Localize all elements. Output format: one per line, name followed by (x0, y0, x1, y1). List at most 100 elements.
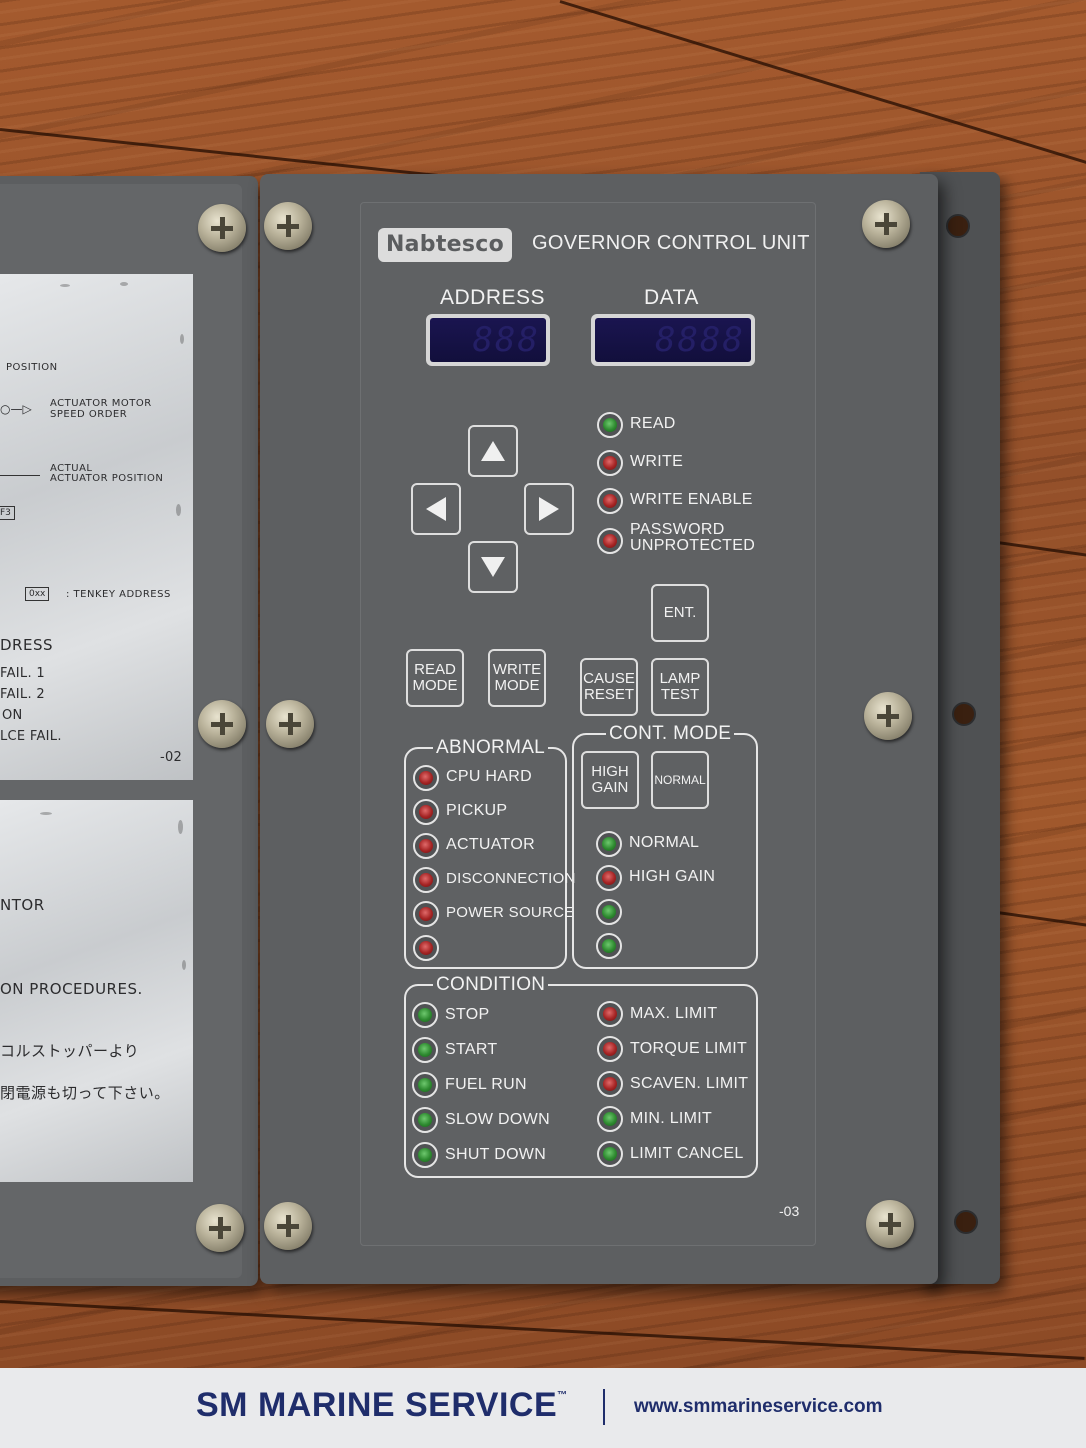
screw (196, 1204, 244, 1252)
mount-hole (954, 1210, 978, 1234)
fuel-run-led (412, 1072, 438, 1098)
data-label: DATA (644, 286, 699, 309)
right-arrow-icon (539, 497, 559, 521)
high-gain-led (596, 865, 622, 891)
power-source-led (413, 901, 439, 927)
address-digits: 888 (472, 320, 540, 360)
write-enable-led (597, 488, 623, 514)
ent-button[interactable]: ENT. (651, 584, 709, 642)
mount-hole (952, 702, 976, 726)
slow-down-label: SLOW DOWN (445, 1111, 550, 1128)
cpu-hard-label: CPU HARD (446, 768, 532, 785)
cont-mode-spare-led-2 (596, 933, 622, 959)
plate-text: コルストッパーより (0, 1042, 140, 1060)
down-arrow-icon (481, 557, 505, 577)
plate-text: 閉電源も切って下さい。 (0, 1084, 170, 1102)
condition-title: CONDITION (433, 974, 549, 996)
normal-mode-led (596, 831, 622, 857)
screw (862, 200, 910, 248)
cause-reset-button[interactable]: CAUSE RESET (580, 658, 638, 716)
plate-line (0, 475, 40, 476)
cpu-hard-led (413, 765, 439, 791)
footer-divider (603, 1389, 605, 1425)
shut-down-label: SHUT DOWN (445, 1146, 547, 1163)
plate-box: 0xx (25, 587, 50, 601)
right-arrow-button[interactable] (524, 483, 574, 535)
up-arrow-icon (481, 441, 505, 461)
lamp-test-label-1: LAMP (659, 670, 701, 688)
mount-hole (946, 214, 970, 238)
write-label: WRITE (630, 453, 684, 470)
cause-reset-label-1: CAUSE (583, 670, 635, 688)
up-arrow-button[interactable] (468, 425, 518, 477)
high-gain-label-2: GAIN (591, 779, 629, 796)
footer-url[interactable]: www.smmarineservice.com (634, 1396, 883, 1418)
scaven-limit-label: SCAVEN. LIMIT (630, 1075, 749, 1092)
screw (266, 700, 314, 748)
write-mode-label-1: WRITE (492, 661, 542, 679)
write-enable-label: WRITE ENABLE (630, 491, 753, 508)
plate-text: ACTUATOR MOTOR (50, 398, 152, 409)
circle-symbol: ○—▷ (0, 402, 32, 416)
instruction-plate-bottom: NTOR ON PROCEDURES. コルストッパーより 閉電源も切って下さい… (0, 800, 193, 1182)
min-limit-led (597, 1106, 623, 1132)
data-display: 8888 (591, 314, 755, 366)
screw (264, 1202, 312, 1250)
data-digits: 8888 (655, 320, 745, 360)
down-arrow-button[interactable] (468, 541, 518, 593)
high-gain-label-1: HIGH (591, 763, 629, 781)
password-unprotected-led (597, 528, 623, 554)
floor-seam (559, 0, 1086, 179)
panel-code: -03 (779, 1203, 800, 1219)
shut-down-led (412, 1142, 438, 1168)
fuel-run-label: FUEL RUN (445, 1076, 527, 1093)
read-mode-button[interactable]: READ MODE (406, 649, 464, 707)
cont-mode-title: CONT. MODE (606, 723, 735, 745)
disconnection-label: DISCONNECTION (446, 870, 576, 887)
floor-seam (989, 540, 1086, 560)
address-label: ADDRESS (440, 286, 546, 309)
normal-mode-label: NORMAL (629, 834, 700, 851)
plate-text: NTOR (0, 896, 45, 914)
actuator-label: ACTUATOR (446, 836, 535, 853)
power-source-label: POWER SOURCE (446, 904, 575, 921)
instruction-plate-top: POSITION ○—▷ ACTUATOR MOTOR SPEED ORDER … (0, 274, 193, 780)
high-gain-mode-label: HIGH GAIN (629, 868, 716, 885)
plate-text: DRESS (0, 636, 53, 654)
cont-mode-spare-led-1 (596, 899, 622, 925)
plate-text: FAIL. 2 (0, 687, 45, 702)
footer-brand-name: SM MARINE SERVICE (196, 1386, 558, 1424)
lamp-test-button[interactable]: LAMP TEST (651, 658, 709, 716)
actuator-led (413, 833, 439, 859)
torque-limit-led (597, 1036, 623, 1062)
unprotected-label: UNPROTECTED (630, 537, 756, 554)
start-led (412, 1037, 438, 1063)
plate-code: -02 (160, 750, 183, 765)
address-display: 888 (426, 314, 550, 366)
pickup-label: PICKUP (446, 802, 508, 819)
start-label: START (445, 1041, 498, 1058)
max-limit-label: MAX. LIMIT (630, 1005, 718, 1022)
normal-button[interactable]: NORMAL (651, 751, 709, 809)
left-arrow-button[interactable] (411, 483, 461, 535)
read-mode-label-1: READ (414, 661, 456, 679)
limit-cancel-led (597, 1141, 623, 1167)
limit-cancel-label: LIMIT CANCEL (630, 1145, 744, 1162)
write-mode-button[interactable]: WRITE MODE (488, 649, 546, 707)
stop-led (412, 1002, 438, 1028)
floor-seam (989, 910, 1086, 930)
read-led (597, 412, 623, 438)
nabtesco-logo: Nabtesco (378, 228, 512, 262)
slow-down-led (412, 1107, 438, 1133)
read-mode-label-2: MODE (412, 677, 458, 694)
high-gain-button[interactable]: HIGH GAIN (581, 751, 639, 809)
abnormal-spare-led (413, 935, 439, 961)
screw (864, 692, 912, 740)
cause-reset-label-2: RESET (583, 686, 634, 703)
screw (198, 204, 246, 252)
plate-box: F3 (0, 506, 15, 520)
plate-text: POSITION (6, 362, 58, 373)
plate-text: ON PROCEDURES. (0, 980, 143, 998)
trademark-symbol: ™ (557, 1390, 568, 1401)
min-limit-label: MIN. LIMIT (630, 1110, 713, 1127)
